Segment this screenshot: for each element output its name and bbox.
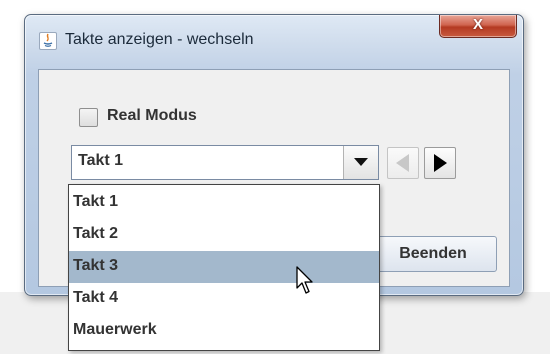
dropdown-item[interactable]: Mauerwerk <box>69 315 379 347</box>
close-icon: X <box>472 16 483 33</box>
dropdown-item[interactable]: Takt 2 <box>69 219 379 251</box>
quit-button-label: Beenden <box>399 245 467 262</box>
real-mode-label: Real Modus <box>107 107 197 124</box>
combobox-selected-value: Takt 1 <box>78 152 124 169</box>
dropdown-item[interactable]: Takt 4 <box>69 283 379 315</box>
previous-button[interactable] <box>387 147 419 179</box>
java-icon <box>39 32 57 50</box>
next-button[interactable] <box>424 147 456 179</box>
dropdown-item-highlighted[interactable]: Takt 3 <box>69 251 379 283</box>
dropdown-item-label: Takt 1 <box>73 193 119 210</box>
combobox-dropdown-list: Takt 1 Takt 2 Takt 3 Takt 4 Mauerwerk <box>68 184 380 351</box>
quit-button[interactable]: Beenden <box>369 236 497 272</box>
mouse-pointer-icon <box>296 266 313 294</box>
dropdown-item-label: Mauerwerk <box>73 321 157 338</box>
window-title: Takte anzeigen - wechseln <box>65 31 254 48</box>
takt-combobox[interactable]: Takt 1 <box>71 145 379 180</box>
close-button[interactable]: X <box>439 15 517 38</box>
real-mode-checkbox[interactable] <box>79 108 98 127</box>
dropdown-item-label: Takt 2 <box>73 225 119 242</box>
triangle-left-icon <box>396 154 409 172</box>
dropdown-item-label: Takt 3 <box>73 257 119 274</box>
chevron-down-icon <box>354 158 368 166</box>
dropdown-item-label: Takt 4 <box>73 289 119 306</box>
triangle-right-icon <box>434 154 447 172</box>
title-bar[interactable]: Takte anzeigen - wechseln X <box>25 15 523 59</box>
combobox-arrow-button[interactable] <box>343 146 378 179</box>
dropdown-item[interactable]: Takt 1 <box>69 187 379 219</box>
